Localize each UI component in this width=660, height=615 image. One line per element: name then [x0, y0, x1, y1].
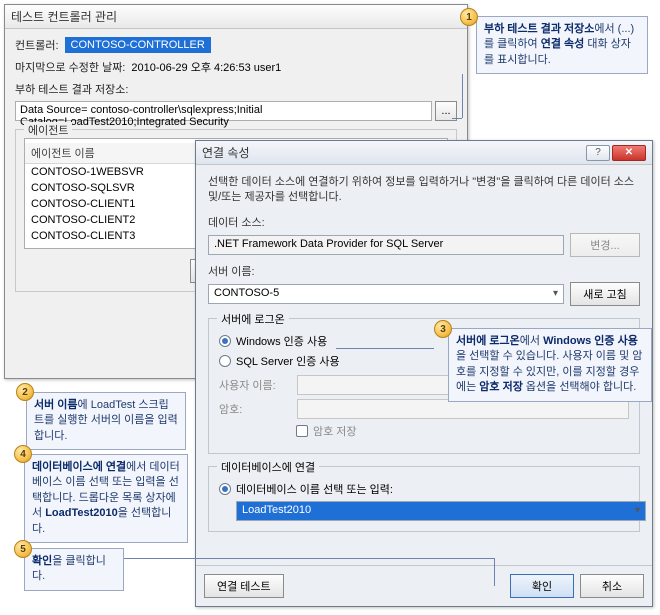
- badge-1: 1: [460, 8, 478, 26]
- controller-label: 컨트롤러:: [15, 37, 59, 53]
- radio-windows-label: Windows 인증 사용: [236, 333, 327, 349]
- agents-group-title: 에이전트: [24, 122, 72, 138]
- badge-3: 3: [434, 320, 452, 338]
- help-button[interactable]: ?: [586, 145, 610, 161]
- change-button[interactable]: 변경...: [570, 233, 640, 257]
- datasource-field: .NET Framework Data Provider for SQL Ser…: [208, 235, 564, 255]
- cancel-button[interactable]: 취소: [580, 574, 644, 598]
- radio-icon: [219, 483, 231, 495]
- leader-line: [124, 558, 494, 559]
- callout-4: 데이터베이스에 연결에서 데이터베이스 이름 선택 또는 입력을 선택합니다. …: [24, 454, 188, 543]
- ellipsis-icon: ...: [441, 105, 450, 117]
- callout-3: 서버에 로그온에서 Windows 인증 사용을 선택할 수 있습니다. 사용자…: [448, 328, 652, 402]
- store-label: 부하 테스트 결과 저장소:: [15, 81, 128, 97]
- test-connection-button[interactable]: 연결 테스트: [204, 574, 284, 598]
- server-name-combo[interactable]: CONTOSO-5: [208, 284, 564, 304]
- win2-titlebar: 연결 속성 ? ✕: [196, 141, 652, 165]
- lastmod-label: 마지막으로 수정한 날짜:: [15, 59, 125, 75]
- controller-value[interactable]: CONTOSO-CONTROLLER: [65, 37, 211, 53]
- dialog-footer: 연결 테스트 확인 취소: [196, 565, 652, 606]
- pass-label: 암호:: [219, 401, 291, 417]
- connection-string-input[interactable]: Data Source= contoso-controller\sqlexpre…: [15, 101, 432, 121]
- save-pass-label: 암호 저장: [313, 423, 357, 439]
- leader-line: [462, 74, 463, 118]
- leader-line: [336, 348, 434, 349]
- callout-2: 서버 이름에 LoadTest 스크립트를 실행한 서버의 이름을 입력합니다.: [26, 392, 186, 450]
- close-icon: ✕: [625, 147, 633, 158]
- datasource-label: 데이터 소스:: [208, 214, 640, 230]
- radio-sql-label: SQL Server 인증 사용: [236, 353, 340, 369]
- database-combo[interactable]: LoadTest2010: [236, 501, 646, 521]
- checkbox-icon: [296, 425, 308, 437]
- refresh-button[interactable]: 새로 고침: [570, 282, 640, 306]
- callout-5: 확인을 클릭합니다.: [24, 548, 124, 591]
- badge-2: 2: [16, 383, 34, 401]
- radio-icon: [219, 335, 231, 347]
- win2-title: 연결 속성: [202, 144, 250, 161]
- help-icon: ?: [595, 147, 601, 158]
- win1-title: 테스트 컨트롤러 관리: [11, 8, 117, 25]
- password-field: [297, 399, 629, 419]
- user-label: 사용자 이름:: [219, 377, 291, 393]
- badge-5: 5: [14, 540, 32, 558]
- callout-1: 부하 테스트 결과 저장소에서 (...)를 클릭하여 연결 속성 대화 상자를…: [476, 16, 648, 74]
- badge-4: 4: [14, 445, 32, 463]
- logon-group-title: 서버에 로그온: [217, 311, 289, 327]
- radio-db-label: 데이터베이스 이름 선택 또는 입력:: [236, 481, 393, 497]
- radio-icon: [219, 355, 231, 367]
- close-button[interactable]: ✕: [612, 145, 646, 161]
- leader-line: [452, 118, 462, 119]
- db-group-title: 데이터베이스에 연결: [217, 459, 319, 475]
- server-label: 서버 이름:: [208, 263, 640, 279]
- win1-titlebar: 테스트 컨트롤러 관리: [5, 5, 467, 29]
- lastmod-value: 2010-06-29 오후 4:26:53 user1: [131, 59, 281, 75]
- dialog-description: 선택한 데이터 소스에 연결하기 위하여 정보를 입력하거나 "변경"을 클릭하…: [208, 175, 640, 206]
- radio-db-name[interactable]: 데이터베이스 이름 선택 또는 입력:: [219, 481, 629, 497]
- ok-button[interactable]: 확인: [510, 574, 574, 598]
- leader-line: [494, 558, 495, 586]
- database-value: LoadTest2010: [242, 504, 311, 516]
